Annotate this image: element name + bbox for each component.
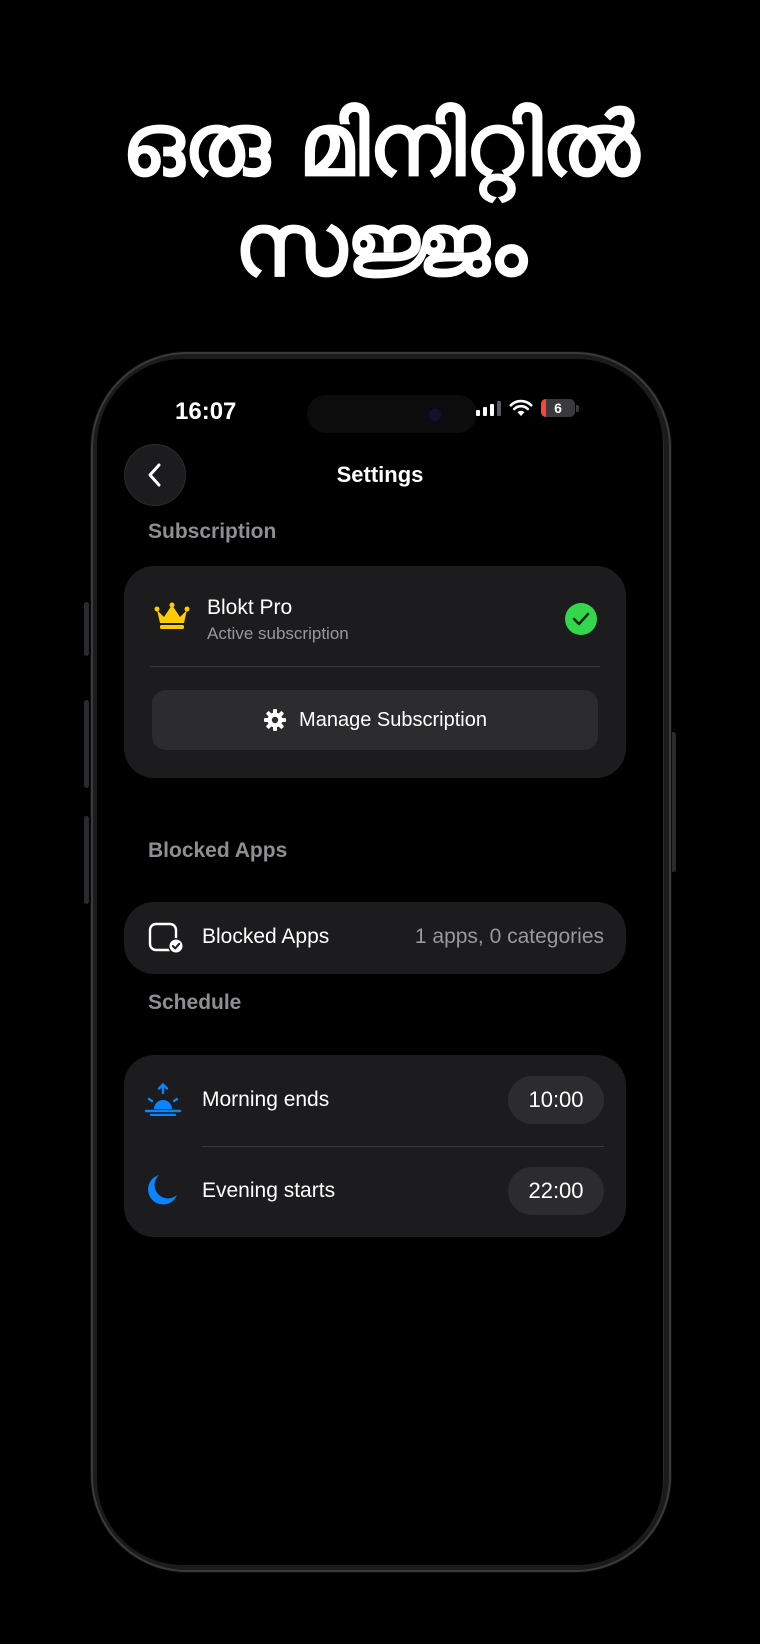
blocked-apps-count: 1 apps, 0 categories xyxy=(414,925,604,948)
morning-ends-label: Morning ends xyxy=(202,1088,330,1111)
active-check-icon xyxy=(565,603,597,635)
morning-ends-time[interactable]: 10:00 xyxy=(508,1076,604,1124)
phone-screen: 16:07 6 Settings Subscription Blokt Pro … xyxy=(97,359,663,1565)
sunrise-icon xyxy=(144,1082,182,1116)
blocked-apps-label: Blocked Apps xyxy=(202,925,330,948)
volume-up-button xyxy=(84,700,89,788)
evening-starts-label: Evening starts xyxy=(202,1179,336,1202)
volume-down-button xyxy=(84,816,89,904)
battery-fill xyxy=(541,399,546,417)
manage-subscription-label: Manage Subscription xyxy=(299,708,487,731)
subscription-row: Blokt Pro Active subscription xyxy=(124,566,626,666)
crown-icon xyxy=(154,602,190,629)
status-icons: 6 xyxy=(476,399,579,417)
schedule-row-morning[interactable]: Morning ends 10:00 xyxy=(124,1055,626,1146)
subscription-card: Blokt Pro Active subscription Manage Sub… xyxy=(124,566,626,778)
moon-icon xyxy=(148,1175,177,1205)
status-time: 16:07 xyxy=(175,398,237,425)
manage-subscription-button[interactable]: Manage Subscription xyxy=(152,690,598,750)
plan-status: Active subscription xyxy=(207,624,349,643)
app-check-icon xyxy=(148,922,184,954)
battery-indicator: 6 xyxy=(541,399,575,417)
power-button xyxy=(671,732,676,872)
dynamic-island xyxy=(307,395,477,433)
divider xyxy=(150,666,600,667)
battery-level: 6 xyxy=(554,400,562,416)
blocked-apps-row[interactable]: Blocked Apps 1 apps, 0 categories xyxy=(124,902,626,974)
schedule-row-evening[interactable]: Evening starts 22:00 xyxy=(124,1146,626,1237)
section-label-schedule: Schedule xyxy=(148,991,242,1014)
plan-name: Blokt Pro xyxy=(207,596,293,619)
section-label-subscription: Subscription xyxy=(148,520,277,543)
evening-starts-time[interactable]: 22:00 xyxy=(508,1167,604,1215)
gear-icon xyxy=(264,709,287,731)
section-label-blocked-apps: Blocked Apps xyxy=(148,839,288,862)
headline-line-2: സജ്ജം xyxy=(234,193,527,296)
page-title: Settings xyxy=(336,462,424,487)
wifi-icon xyxy=(509,399,533,416)
headline-line-1: ഒരു മിനിറ്റിൽ xyxy=(121,93,640,196)
schedule-card: Morning ends 10:00 Evening starts 22:00 xyxy=(124,1055,626,1237)
front-camera xyxy=(425,405,445,425)
cellular-signal-icon xyxy=(476,400,501,416)
headline: ഒരു മിനിറ്റിൽ സജ്ജം xyxy=(0,95,760,295)
action-button xyxy=(84,602,89,656)
